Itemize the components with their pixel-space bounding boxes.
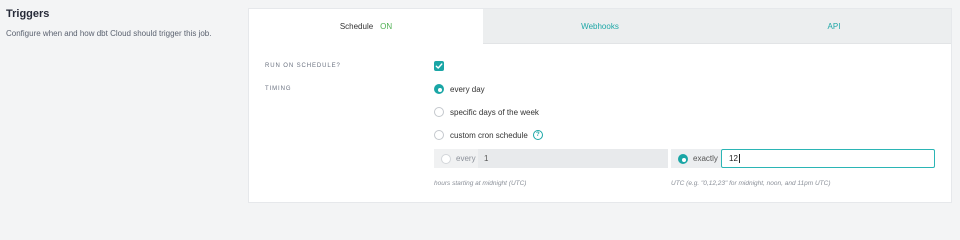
trigger-tabs: Schedule ON Webhooks API (249, 9, 951, 44)
question-circle-icon[interactable]: ? (532, 130, 543, 140)
specific-days-radio[interactable] (434, 107, 444, 117)
tab-webhooks-label: Webhooks (581, 21, 619, 31)
checkmark-icon (435, 63, 443, 69)
exactly-hours-hint: UTC (e.g. "0,12,23" for midnight, noon, … (671, 180, 831, 187)
exactly-hours-input-group: exactly 12 (671, 149, 935, 168)
every-day-label: every day (450, 84, 485, 94)
run-on-schedule-checkbox[interactable] (434, 61, 444, 71)
every-day-radio[interactable] (434, 84, 444, 94)
every-radio-wrap[interactable]: every (434, 149, 478, 168)
every-label: every (456, 154, 476, 163)
every-hours-field[interactable]: 1 (484, 154, 488, 163)
schedule-status-badge: ON (380, 22, 393, 31)
text-cursor (738, 154, 740, 163)
every-hours-input-group: every 1 (434, 149, 668, 168)
specific-days-label: specific days of the week (450, 107, 539, 117)
timing-option-every-day[interactable]: every day (434, 84, 485, 94)
exactly-hours-field[interactable]: 12 (721, 149, 935, 168)
timing-label: TIMING (265, 86, 292, 92)
section-title: Triggers (6, 8, 50, 20)
custom-cron-label: custom cron schedule (450, 130, 528, 140)
exactly-radio[interactable] (678, 153, 688, 164)
custom-cron-radio[interactable] (434, 130, 444, 140)
exactly-label: exactly (693, 154, 718, 163)
tab-webhooks[interactable]: Webhooks (483, 9, 717, 44)
section-description: Configure when and how dbt Cloud should … (6, 29, 212, 38)
tab-api[interactable]: API (717, 9, 951, 44)
run-on-schedule-label: RUN ON SCHEDULE? (265, 63, 341, 69)
triggers-card: Schedule ON Webhooks API RUN ON SCHEDULE… (248, 8, 952, 203)
every-radio[interactable] (441, 153, 451, 164)
exactly-hours-value: 12 (729, 154, 738, 163)
every-hours-hint: hours starting at midnight (UTC) (434, 180, 527, 187)
tab-schedule-label: Schedule (339, 22, 374, 31)
tab-api-label: API (827, 21, 841, 31)
exactly-radio-wrap[interactable]: exactly (671, 149, 721, 168)
timing-option-custom-cron[interactable]: custom cron schedule ? (434, 130, 543, 140)
section-info: Triggers Configure when and how dbt Clou… (6, 8, 242, 38)
tab-schedule[interactable]: Schedule ON (249, 9, 483, 44)
timing-option-specific-days[interactable]: specific days of the week (434, 107, 539, 117)
